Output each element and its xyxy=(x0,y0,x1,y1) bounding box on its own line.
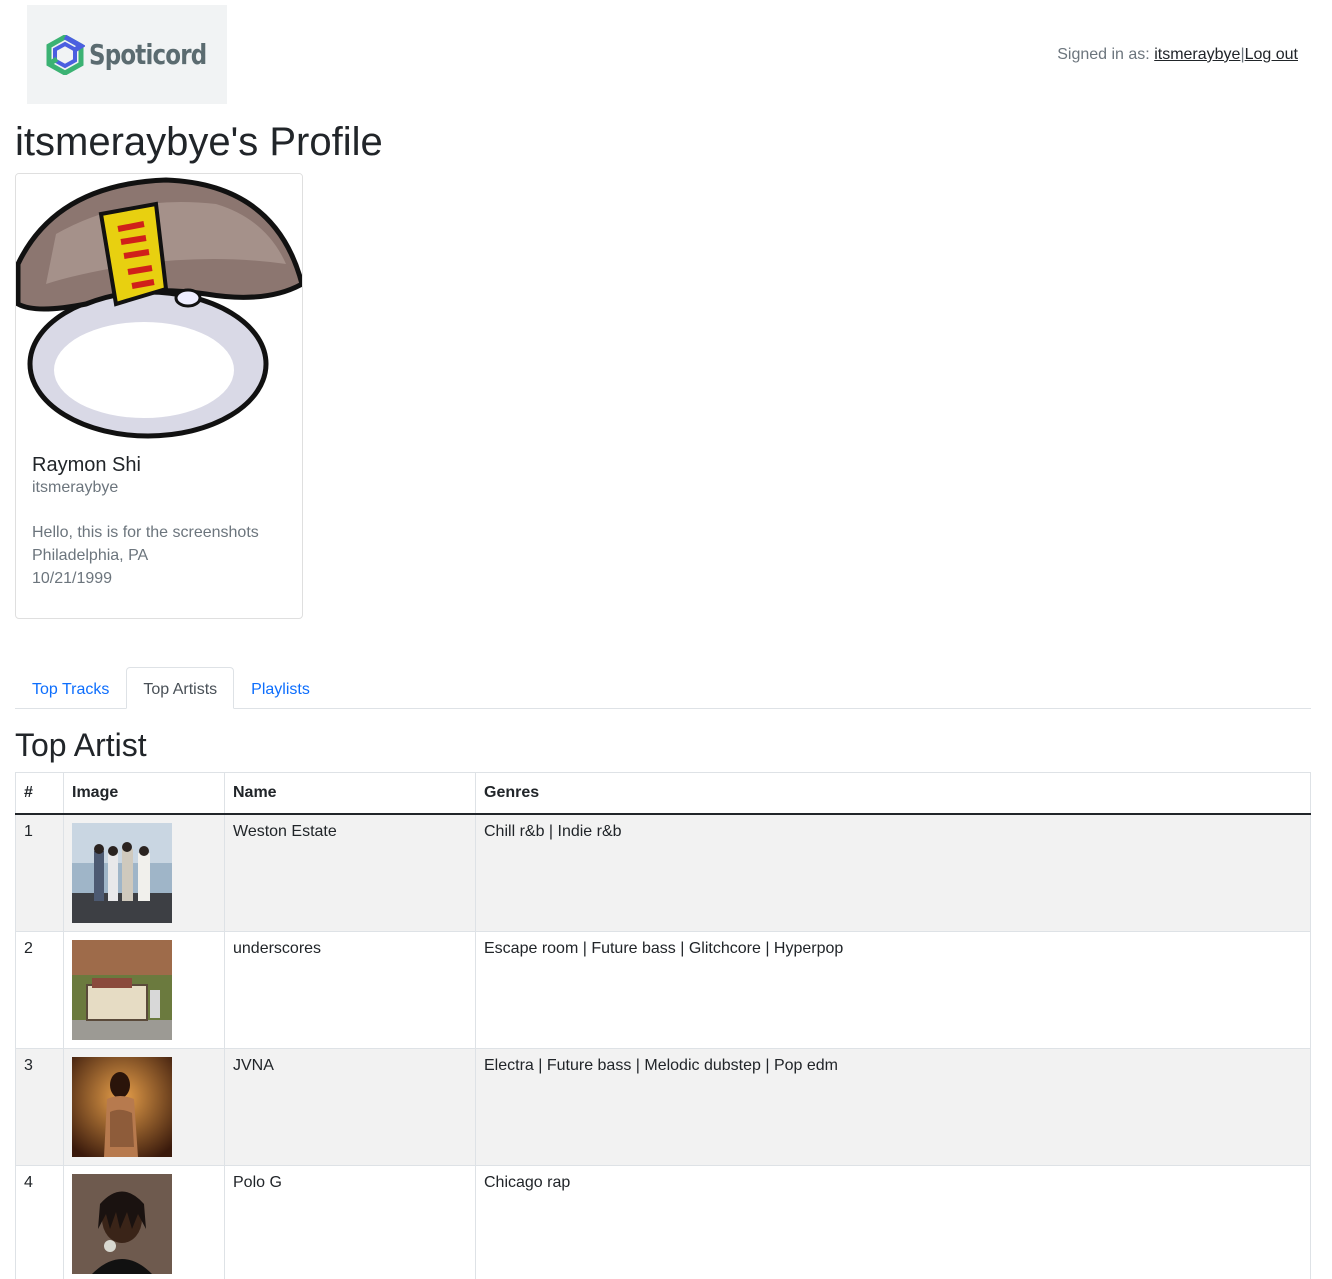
row-genres: Electra | Future bass | Melodic dubstep … xyxy=(475,1048,1311,1166)
row-image-cell xyxy=(63,1048,225,1166)
page: Spoticord Signed in as: itsmeraybye|Log … xyxy=(0,0,1332,1279)
section-title: Top Artist xyxy=(15,727,147,763)
row-artist-name: underscores xyxy=(224,931,476,1049)
artist-image-polo-g xyxy=(72,1174,172,1274)
row-artist-name: Weston Estate xyxy=(224,813,476,932)
row-genres: Chicago rap xyxy=(475,1165,1311,1279)
row-image-cell xyxy=(63,931,225,1049)
table-row: 1 Weston Estate Chill r&b | Indie r&b xyxy=(15,813,1311,932)
artist-image-underscores xyxy=(72,940,172,1040)
profile-card: Raymon Shi itsmeraybye Hello, this is fo… xyxy=(15,173,303,619)
username-link[interactable]: itsmeraybye xyxy=(1154,46,1240,63)
logo-text: Spoticord xyxy=(89,38,207,71)
header-name: Name xyxy=(224,772,476,815)
row-rank: 4 xyxy=(15,1165,64,1279)
artist-image-weston-estate xyxy=(72,823,172,923)
row-rank: 2 xyxy=(15,931,64,1049)
top-artists-table: # Image Name Genres 1 Weston Estate Chil… xyxy=(15,772,1311,1279)
row-artist-name: Polo G xyxy=(224,1165,476,1279)
row-genres: Escape room | Future bass | Glitchcore |… xyxy=(475,931,1311,1049)
table-row: 3 JVNA Electra | Future bass | Melodic d… xyxy=(15,1048,1311,1166)
header-genres: Genres xyxy=(475,772,1311,815)
tab-top-artists[interactable]: Top Artists xyxy=(126,667,235,709)
profile-bio: Hello, this is for the screenshots xyxy=(32,524,259,541)
row-artist-name: JVNA xyxy=(224,1048,476,1166)
header-rank: # xyxy=(15,772,64,815)
header-image: Image xyxy=(63,772,225,815)
profile-tabs: Top Tracks Top Artists Playlists xyxy=(15,667,1311,709)
spoticord-logo-icon xyxy=(46,34,85,75)
signed-in-info: Signed in as: itsmeraybye|Log out xyxy=(1057,46,1298,64)
table-row: 4 Polo G Chicago rap xyxy=(15,1165,1311,1279)
tab-playlists[interactable]: Playlists xyxy=(234,667,327,708)
profile-display-name: Raymon Shi xyxy=(32,454,141,476)
artist-image-jvna xyxy=(72,1057,172,1157)
row-image-cell xyxy=(63,813,225,932)
row-rank: 3 xyxy=(15,1048,64,1166)
row-image-cell xyxy=(63,1165,225,1279)
table-row: 2 underscores Escape room | Future bass … xyxy=(15,931,1311,1049)
table-header-row: # Image Name Genres xyxy=(15,772,1311,815)
profile-username: itsmeraybye xyxy=(32,479,119,496)
page-title: itsmeraybye's Profile xyxy=(15,120,383,164)
row-rank: 1 xyxy=(15,813,64,932)
signed-in-label: Signed in as: xyxy=(1057,46,1150,63)
logo[interactable]: Spoticord xyxy=(27,5,227,104)
logout-link[interactable]: Log out xyxy=(1245,46,1298,63)
profile-location: Philadelphia, PA xyxy=(32,547,149,564)
profile-birthday: 10/21/1999 xyxy=(32,570,113,587)
tab-top-tracks[interactable]: Top Tracks xyxy=(15,667,126,708)
profile-avatar xyxy=(16,174,302,440)
row-genres: Chill r&b | Indie r&b xyxy=(475,813,1311,932)
